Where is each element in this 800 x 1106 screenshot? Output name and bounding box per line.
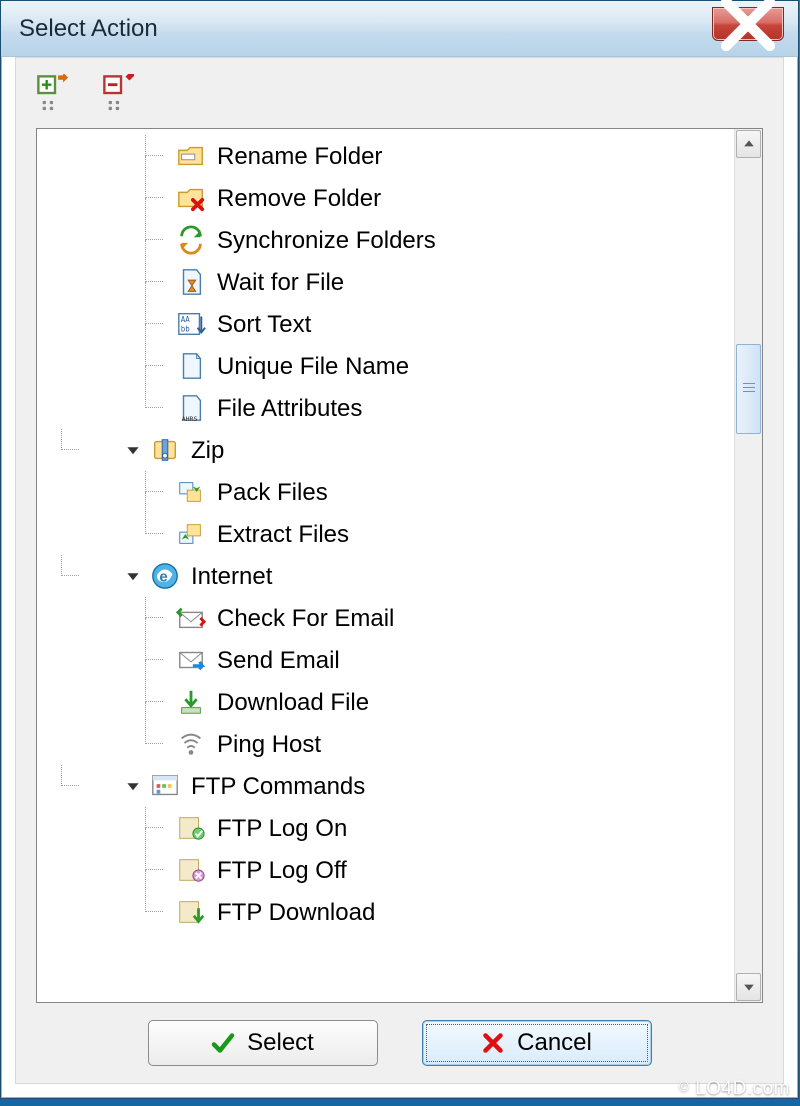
tree-item-rename-folder[interactable]: Rename Folder — [37, 135, 762, 177]
svg-text:bb: bb — [181, 325, 191, 334]
dialog-footer: Select Cancel — [16, 1003, 783, 1083]
tree-item-pack-files[interactable]: Pack Files — [37, 471, 762, 513]
action-tree-container: Rename Folder Remove Folder Synchronize … — [36, 128, 763, 1003]
sort-text-icon: AAbb — [175, 308, 207, 340]
internet-icon: e — [149, 560, 181, 592]
file-attrs-icon: AHRS — [175, 392, 207, 424]
tree-item-remove-folder[interactable]: Remove Folder — [37, 177, 762, 219]
watermark: © LO4D.com — [679, 1078, 790, 1100]
chevron-down-icon[interactable] — [123, 776, 143, 796]
tree-item-wait-for-file[interactable]: Wait for File — [37, 261, 762, 303]
dialog-body: Rename Folder Remove Folder Synchronize … — [15, 57, 784, 1084]
zip-icon — [149, 434, 181, 466]
ftp-icon — [149, 770, 181, 802]
tree-group-label: Zip — [191, 435, 224, 465]
tree-group-label: FTP Commands — [191, 771, 365, 801]
ftp-off-icon — [175, 854, 207, 886]
tree-item-label: File Attributes — [217, 393, 362, 423]
tree-item-unique-file-name[interactable]: Unique File Name — [37, 345, 762, 387]
tree-item-label: FTP Log On — [217, 813, 347, 843]
cancel-button[interactable]: Cancel — [422, 1020, 652, 1066]
tree-item-extract-files[interactable]: Extract Files — [37, 513, 762, 555]
toolbar — [16, 58, 783, 128]
tree-item-ftp-log-on[interactable]: FTP Log On — [37, 807, 762, 849]
tree-item-label: Unique File Name — [217, 351, 409, 381]
mail-check-icon — [175, 602, 207, 634]
ftp-dl-icon — [175, 896, 207, 928]
tree-item-label: Pack Files — [217, 477, 328, 507]
tree-item-label: Download File — [217, 687, 369, 717]
tree-group-internet[interactable]: e Internet — [37, 555, 762, 597]
action-tree[interactable]: Rename Folder Remove Folder Synchronize … — [37, 129, 762, 1002]
tree-item-label: Sort Text — [217, 309, 311, 339]
scrollbar-vertical[interactable] — [734, 129, 762, 1002]
tree-item-label: FTP Download — [217, 897, 375, 927]
close-button[interactable] — [712, 7, 784, 41]
tree-item-label: Extract Files — [217, 519, 349, 549]
download-icon — [175, 686, 207, 718]
tree-group-zip[interactable]: Zip — [37, 429, 762, 471]
tree-group-ftp-commands[interactable]: FTP Commands — [37, 765, 762, 807]
tree-item-label: Remove Folder — [217, 183, 381, 213]
file-blank-icon — [175, 350, 207, 382]
tree-item-label: Send Email — [217, 645, 340, 675]
dialog-window: Select Action — [0, 0, 799, 1099]
ftp-on-icon — [175, 812, 207, 844]
file-wait-icon — [175, 266, 207, 298]
tree-item-label: Synchronize Folders — [217, 225, 436, 255]
ping-icon — [175, 728, 207, 760]
expand-all-button[interactable] — [36, 74, 74, 112]
tree-group-label: Internet — [191, 561, 272, 591]
chevron-down-icon[interactable] — [123, 566, 143, 586]
mail-send-icon — [175, 644, 207, 676]
close-icon — [481, 1031, 505, 1055]
svg-text:AHRS: AHRS — [182, 415, 198, 423]
collapse-all-button[interactable] — [102, 74, 140, 112]
svg-text:e: e — [159, 569, 167, 586]
select-button-label: Select — [247, 1029, 314, 1057]
tree-item-label: Ping Host — [217, 729, 321, 759]
tree-item-file-attributes[interactable]: AHRS File Attributes — [37, 387, 762, 429]
scroll-up-button[interactable] — [736, 130, 761, 158]
svg-text:AA: AA — [181, 315, 191, 324]
check-icon — [211, 1031, 235, 1055]
tree-item-ping-host[interactable]: Ping Host — [37, 723, 762, 765]
pack-icon — [175, 476, 207, 508]
tree-item-ftp-log-off[interactable]: FTP Log Off — [37, 849, 762, 891]
tree-item-label: Check For Email — [217, 603, 394, 633]
select-button[interactable]: Select — [148, 1020, 378, 1066]
tree-item-download-file[interactable]: Download File — [37, 681, 762, 723]
tree-item-send-email[interactable]: Send Email — [37, 639, 762, 681]
tree-item-synchronize-folders[interactable]: Synchronize Folders — [37, 219, 762, 261]
tree-item-check-for-email[interactable]: Check For Email — [37, 597, 762, 639]
tree-item-label: Rename Folder — [217, 141, 382, 171]
folder-remove-icon — [175, 182, 207, 214]
tree-item-sort-text[interactable]: AAbb Sort Text — [37, 303, 762, 345]
folder-rename-icon — [175, 140, 207, 172]
tree-item-label: FTP Log Off — [217, 855, 347, 885]
chevron-down-icon[interactable] — [123, 440, 143, 460]
window-title: Select Action — [19, 15, 158, 43]
sync-icon — [175, 224, 207, 256]
tree-item-ftp-download[interactable]: FTP Download — [37, 891, 762, 933]
titlebar[interactable]: Select Action — [1, 1, 798, 57]
scroll-down-button[interactable] — [736, 973, 761, 1001]
extract-icon — [175, 518, 207, 550]
scrollbar-thumb[interactable] — [736, 344, 761, 434]
cancel-button-label: Cancel — [517, 1029, 592, 1057]
tree-item-label: Wait for File — [217, 267, 344, 297]
